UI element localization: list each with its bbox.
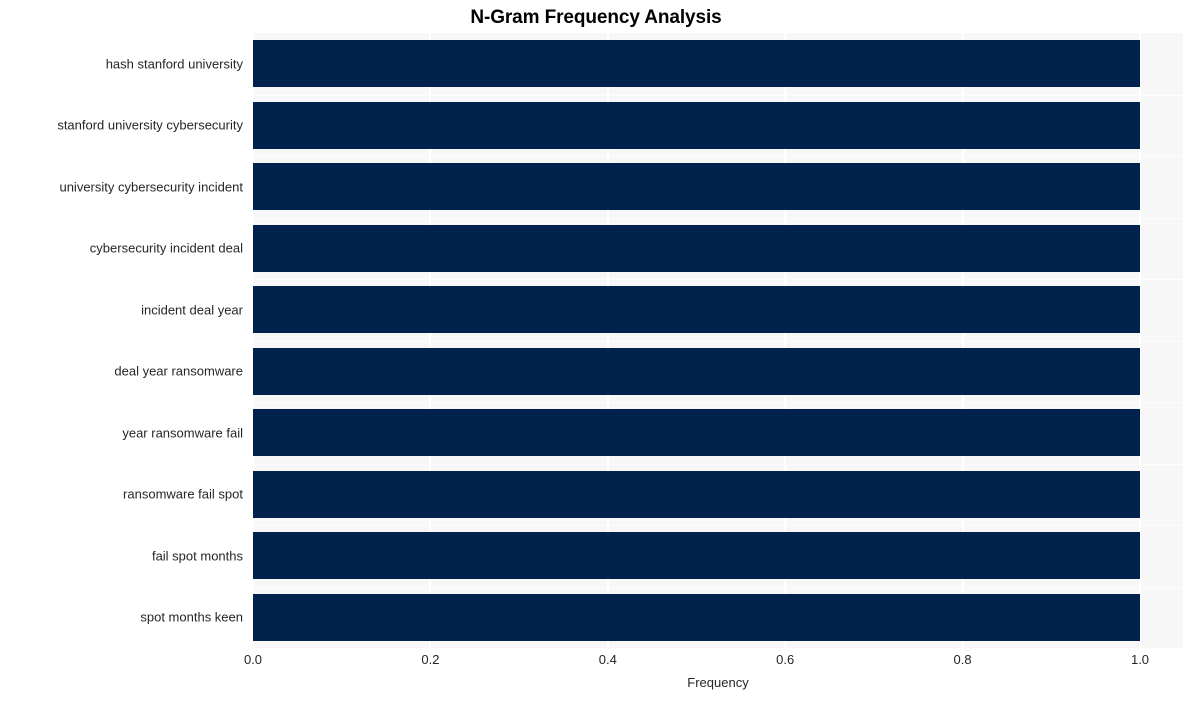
y-tick-label: stanford university cybersecurity [57,117,243,133]
y-tick-label: deal year ransomware [114,363,243,379]
y-tick-label: cybersecurity incident deal [89,240,243,256]
bar [253,286,1140,334]
bar [253,409,1140,457]
y-tick-label: university cybersecurity incident [59,179,243,195]
gridline-y [253,279,1183,280]
y-tick-label: incident deal year [141,302,243,318]
y-tick-label: spot months keen [140,609,243,625]
bar [253,40,1140,88]
gridline-y [253,525,1183,526]
gridline-y [253,340,1183,342]
bar [253,532,1140,580]
y-axis: hash stanford university stanford univers… [0,0,253,701]
gridline-y [253,463,1183,465]
gridline-y [253,217,1183,219]
bar [253,224,1140,272]
x-tick-label: 0.2 [421,652,440,667]
gridline-y [253,402,1183,403]
chart-figure: N-Gram Frequency Analysis hash stanford … [0,0,1192,701]
x-tick-label: 0.0 [243,652,263,667]
bar [253,470,1140,518]
plot-area [253,33,1183,648]
y-tick-label: year ransomware fail [122,425,243,441]
x-tick-label: 0.8 [953,652,972,667]
x-axis-label: Frequency [687,675,749,690]
y-tick-label: hash stanford university [105,56,243,72]
x-tick-label: 0.4 [598,652,617,667]
gridline-y [253,586,1183,588]
x-tick-label: 0.6 [776,652,795,667]
y-tick-label: fail spot months [151,548,243,564]
gridline-y [253,94,1183,96]
bar [253,347,1140,395]
x-tick-label: 1.0 [1130,652,1150,667]
bar [253,593,1140,641]
gridline-y [253,156,1183,157]
bar [253,101,1140,149]
bar [253,163,1140,211]
y-tick-label: ransomware fail spot [123,486,243,502]
